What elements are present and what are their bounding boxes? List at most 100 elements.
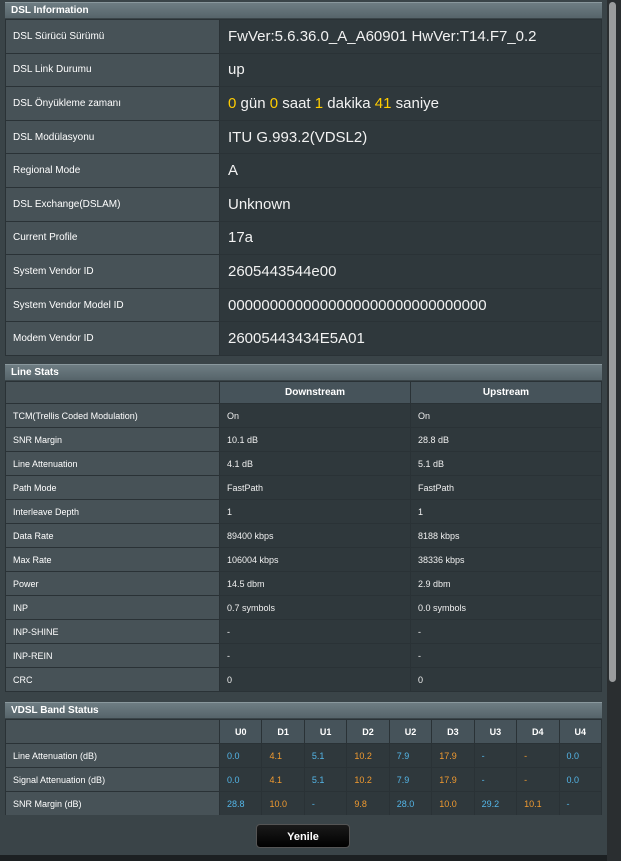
info-value: 17a [219,220,602,256]
info-row: Modem Vendor ID 26005443434E5A01 [5,321,602,356]
upstream-value: 38336 kbps [410,547,602,572]
line-stats-header: Line Stats [5,364,602,380]
band-header-d1: D1 [261,719,305,744]
uptime-days-label: gün [236,94,270,112]
stats-row: Max Rate 106004 kbps 38336 kbps [5,547,602,572]
band-value: 10.0 [261,791,305,816]
stats-label: Max Rate [5,547,220,572]
stats-label: INP [5,595,220,620]
band-header-d2: D2 [346,719,390,744]
stats-label: TCM(Trellis Coded Modulation) [5,403,220,428]
band-value: 0.0 [558,767,602,792]
downstream-value: - [219,619,411,644]
info-label: DSL Exchange(DSLAM) [5,186,220,222]
downstream-value: 89400 kbps [219,523,411,548]
info-row: DSL Exchange(DSLAM) Unknown [5,186,602,222]
info-label: Regional Mode [5,153,220,188]
stats-row: Line Attenuation 4.1 dB 5.1 dB [5,451,602,476]
bottom-edge [0,855,607,861]
band-corner [5,719,220,744]
stats-row: Data Rate 89400 kbps 8188 kbps [5,523,602,548]
info-label: Modem Vendor ID [5,321,220,356]
stats-row: CRC 0 0 [5,667,602,692]
band-value: 4.1 [261,767,305,792]
uptime-seconds-label: saniye [391,94,440,112]
info-value: Unknown [219,186,602,222]
info-row: Regional Mode A [5,153,602,188]
upstream-header: Upstream [410,381,602,404]
dsl-info-header: DSL Information [5,2,602,18]
stats-row: SNR Margin 10.1 dB 28.8 dB [5,427,602,452]
info-row: DSL Sürücü Sürümü FwVer:5.6.36.0_A_A60901… [5,19,602,54]
info-value: 0 gün 0 saat 1 dakika 41 saniye [219,86,602,121]
info-label: Current Profile [5,220,220,256]
upstream-value: 2.9 dbm [410,571,602,596]
scrollbar-thumb[interactable] [609,2,616,682]
band-value: - [473,767,518,792]
stats-label: Power [5,571,220,596]
downstream-value: 14.5 dbm [219,571,411,596]
downstream-value: FastPath [219,475,411,500]
stats-label: INP-REIN [5,643,220,668]
info-label: DSL Modülasyonu [5,119,220,155]
info-value: 26005443434E5A01 [219,321,602,356]
band-header-u0: U0 [218,719,263,744]
band-value: 0.0 [558,743,602,768]
band-value: 9.8 [346,791,390,816]
band-value: 4.1 [261,743,305,768]
band-header-d4: D4 [516,719,560,744]
line-stats-table: Downstream Upstream TCM(Trellis Coded Mo… [5,381,602,692]
uptime-hours: 0 [269,94,279,112]
downstream-value: On [219,403,411,428]
downstream-value: - [219,643,411,668]
band-value: 5.1 [303,743,348,768]
upstream-value: FastPath [410,475,602,500]
stats-label: CRC [5,667,220,692]
band-value: 5.1 [303,767,348,792]
downstream-value: 0 [219,667,411,692]
stats-row: TCM(Trellis Coded Modulation) On On [5,403,602,428]
downstream-value: 1 [219,499,411,524]
band-value: 10.1 [516,791,560,816]
band-value: - [303,791,348,816]
info-label: System Vendor ID [5,254,220,289]
band-value: 7.9 [388,767,433,792]
stats-row: Power 14.5 dbm 2.9 dbm [5,571,602,596]
band-value: 28.8 [218,791,263,816]
info-row: System Vendor ID 2605443544e00 [5,254,602,289]
band-header-u4: U4 [558,719,602,744]
info-value: A [219,153,602,188]
upstream-value: 5.1 dB [410,451,602,476]
uptime-seconds: 41 [374,94,392,112]
band-value: 7.9 [388,743,433,768]
band-header-u2: U2 [388,719,433,744]
stats-label: Data Rate [5,523,220,548]
downstream-value: 0.7 symbols [219,595,411,620]
band-value: 10.2 [346,767,390,792]
band-value: 10.0 [431,791,475,816]
stats-label: Path Mode [5,475,220,500]
uptime-hours-label: saat [278,94,315,112]
info-label: DSL Önyükleme zamanı [5,86,220,121]
info-row: System Vendor Model ID 000000000000000000… [5,287,602,323]
info-row: Current Profile 17a [5,220,602,256]
stats-row: INP-SHINE - - [5,619,602,644]
uptime-minutes-label: dakika [323,94,375,112]
band-row: Signal Attenuation (dB) 0.0 4.1 5.1 10.2 7.9 1… [5,767,602,792]
info-row: DSL Önyükleme zamanı 0 gün 0 saat 1 dakik… [5,86,602,121]
band-row-label: Signal Attenuation (dB) [5,767,220,792]
stats-row: Path Mode FastPath FastPath [5,475,602,500]
band-value: 0.0 [218,767,263,792]
stats-label: INP-SHINE [5,619,220,644]
upstream-value: 28.8 dB [410,427,602,452]
stats-row: INP-REIN - - [5,643,602,668]
info-label: DSL Link Durumu [5,52,220,88]
info-row: DSL Modülasyonu ITU G.993.2(VDSL2) [5,119,602,155]
upstream-value: 1 [410,499,602,524]
refresh-button[interactable]: Yenile [256,824,350,848]
band-value: 17.9 [431,767,475,792]
stats-row: Interleave Depth 1 1 [5,499,602,524]
band-row: Line Attenuation (dB) 0.0 4.1 5.1 10.2 7.9 17.… [5,743,602,768]
band-row-label: Line Attenuation (dB) [5,743,220,768]
scrollbar[interactable] [607,0,621,861]
